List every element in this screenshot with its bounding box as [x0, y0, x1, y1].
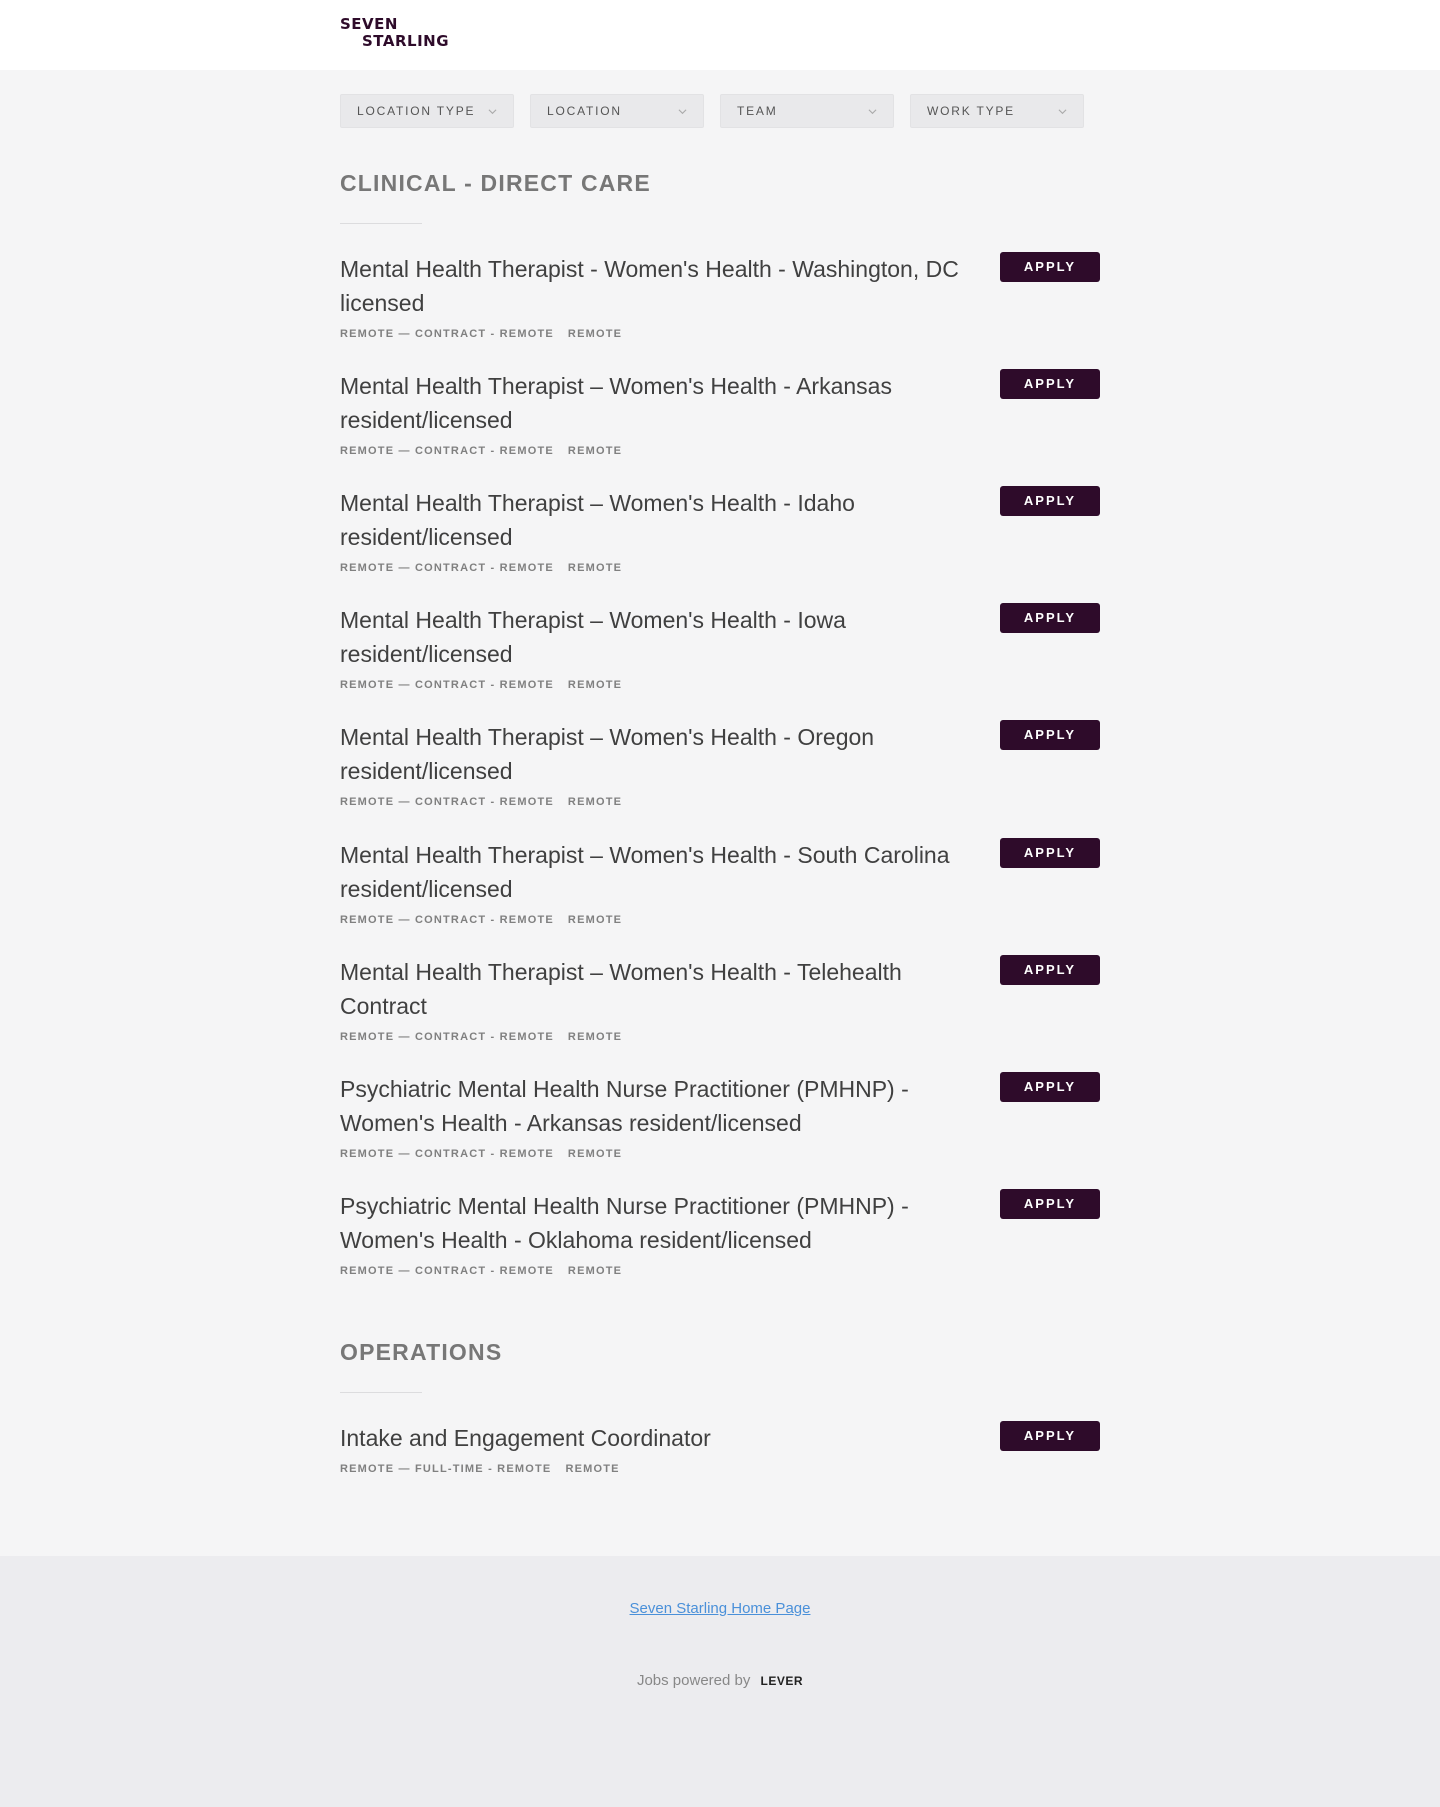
posting-location: REMOTE [567, 1031, 623, 1043]
posting-commitment: REMOTE — CONTRACT - REMOTE [340, 914, 554, 926]
filter-label: TEAM [737, 104, 778, 118]
filter-bar: LOCATION TYPE LOCATION TEAM WORK TYPE [340, 94, 1084, 128]
lever-logo[interactable]: LEVER [761, 1674, 804, 1688]
posting-title[interactable]: Mental Health Therapist – Women's Health… [340, 603, 990, 671]
posting: Mental Health Therapist – Women's Health… [340, 955, 1100, 1043]
home-link-wrap: Seven Starling Home Page [0, 1600, 1440, 1617]
location-filter[interactable]: LOCATION [530, 94, 704, 128]
chevron-down-icon [678, 108, 687, 114]
posting-location: REMOTE [567, 1148, 623, 1160]
posting-commitment: REMOTE — CONTRACT - REMOTE [340, 796, 554, 808]
posting-meta: REMOTE — CONTRACT - REMOTE REMOTE [340, 562, 1100, 574]
posting-meta: REMOTE — CONTRACT - REMOTE REMOTE [340, 1031, 1100, 1043]
posting-title[interactable]: Mental Health Therapist – Women's Health… [340, 486, 990, 554]
apply-button[interactable]: APPLY [1000, 1072, 1100, 1102]
posting: Mental Health Therapist – Women's Health… [340, 838, 1100, 926]
posting-location: REMOTE [567, 445, 623, 457]
section-title: CLINICAL - DIRECT CARE [340, 170, 651, 196]
posting-meta: REMOTE — CONTRACT - REMOTE REMOTE [340, 1148, 1100, 1160]
powered-by: Jobs powered by LEVER [0, 1672, 1440, 1689]
posting: Mental Health Therapist – Women's Health… [340, 720, 1100, 808]
posting-location: REMOTE [567, 679, 623, 691]
posting-title[interactable]: Mental Health Therapist - Women's Health… [340, 252, 990, 320]
posting-title[interactable]: Intake and Engagement Coordinator [340, 1421, 990, 1455]
location-type-filter[interactable]: LOCATION TYPE [340, 94, 514, 128]
posting: Intake and Engagement Coordinator REMOTE… [340, 1421, 1100, 1475]
posting: Psychiatric Mental Health Nurse Practiti… [340, 1189, 1100, 1277]
apply-button[interactable]: APPLY [1000, 252, 1100, 282]
apply-button[interactable]: APPLY [1000, 369, 1100, 399]
posting-commitment: REMOTE — CONTRACT - REMOTE [340, 1031, 554, 1043]
posting-meta: REMOTE — CONTRACT - REMOTE REMOTE [340, 328, 1100, 340]
posting: Mental Health Therapist – Women's Health… [340, 486, 1100, 574]
posting-location: REMOTE [567, 796, 623, 808]
posting-location: REMOTE [567, 562, 623, 574]
section-divider [340, 223, 422, 224]
posting-commitment: REMOTE — CONTRACT - REMOTE [340, 1265, 554, 1277]
apply-button[interactable]: APPLY [1000, 838, 1100, 868]
apply-button[interactable]: APPLY [1000, 1421, 1100, 1451]
logo-line-1: SEVEN [340, 15, 398, 33]
posting-commitment: REMOTE — CONTRACT - REMOTE [340, 562, 554, 574]
posting-meta: REMOTE — CONTRACT - REMOTE REMOTE [340, 796, 1100, 808]
posting-title[interactable]: Psychiatric Mental Health Nurse Practiti… [340, 1072, 990, 1140]
section-divider [340, 1392, 422, 1393]
section-title: OPERATIONS [340, 1339, 503, 1365]
chevron-down-icon [1058, 108, 1067, 114]
logo-line-2: STARLING [362, 32, 450, 50]
posting-commitment: REMOTE — CONTRACT - REMOTE [340, 1148, 554, 1160]
filter-label: WORK TYPE [927, 104, 1015, 118]
posting: Mental Health Therapist – Women's Health… [340, 603, 1100, 691]
apply-button[interactable]: APPLY [1000, 720, 1100, 750]
apply-button[interactable]: APPLY [1000, 603, 1100, 633]
site-header: SEVEN STARLING [0, 0, 1440, 70]
filter-label: LOCATION TYPE [357, 104, 476, 118]
posting: Mental Health Therapist – Women's Health… [340, 369, 1100, 457]
team-filter[interactable]: TEAM [720, 94, 894, 128]
posting-title[interactable]: Mental Health Therapist – Women's Health… [340, 720, 990, 788]
posting-meta: REMOTE — CONTRACT - REMOTE REMOTE [340, 914, 1100, 926]
posting-meta: REMOTE — CONTRACT - REMOTE REMOTE [340, 1265, 1100, 1277]
posting-commitment: REMOTE — CONTRACT - REMOTE [340, 328, 554, 340]
work-type-filter[interactable]: WORK TYPE [910, 94, 1084, 128]
apply-button[interactable]: APPLY [1000, 486, 1100, 516]
seven-starling-logo[interactable]: SEVEN STARLING [340, 16, 460, 56]
chevron-down-icon [868, 108, 877, 114]
posting-title[interactable]: Mental Health Therapist – Women's Health… [340, 838, 990, 906]
posting-location: REMOTE [565, 1463, 620, 1475]
site-footer: Seven Starling Home Page Jobs powered by… [0, 1556, 1440, 1807]
posting-commitment: REMOTE — CONTRACT - REMOTE [340, 445, 554, 457]
posting: Mental Health Therapist - Women's Health… [340, 252, 1100, 340]
powered-by-text: Jobs powered by [636, 1672, 751, 1689]
home-page-link[interactable]: Seven Starling Home Page [630, 1600, 811, 1617]
posting-commitment: REMOTE — CONTRACT - REMOTE [340, 679, 554, 691]
posting-commitment: REMOTE — FULL-TIME - REMOTE [340, 1463, 552, 1475]
posting-location: REMOTE [567, 1265, 623, 1277]
chevron-down-icon [488, 108, 497, 114]
posting-title[interactable]: Mental Health Therapist – Women's Health… [340, 955, 990, 1023]
posting: Psychiatric Mental Health Nurse Practiti… [340, 1072, 1100, 1160]
posting-location: REMOTE [567, 328, 623, 340]
posting-title[interactable]: Mental Health Therapist – Women's Health… [340, 369, 990, 437]
posting-meta: REMOTE — CONTRACT - REMOTE REMOTE [340, 445, 1100, 457]
posting-meta: REMOTE — CONTRACT - REMOTE REMOTE [340, 679, 1100, 691]
filter-label: LOCATION [547, 104, 622, 118]
posting-meta: REMOTE — FULL-TIME - REMOTE REMOTE [340, 1463, 1100, 1475]
posting-title[interactable]: Psychiatric Mental Health Nurse Practiti… [340, 1189, 990, 1257]
apply-button[interactable]: APPLY [1000, 1189, 1100, 1219]
posting-location: REMOTE [567, 914, 623, 926]
apply-button[interactable]: APPLY [1000, 955, 1100, 985]
